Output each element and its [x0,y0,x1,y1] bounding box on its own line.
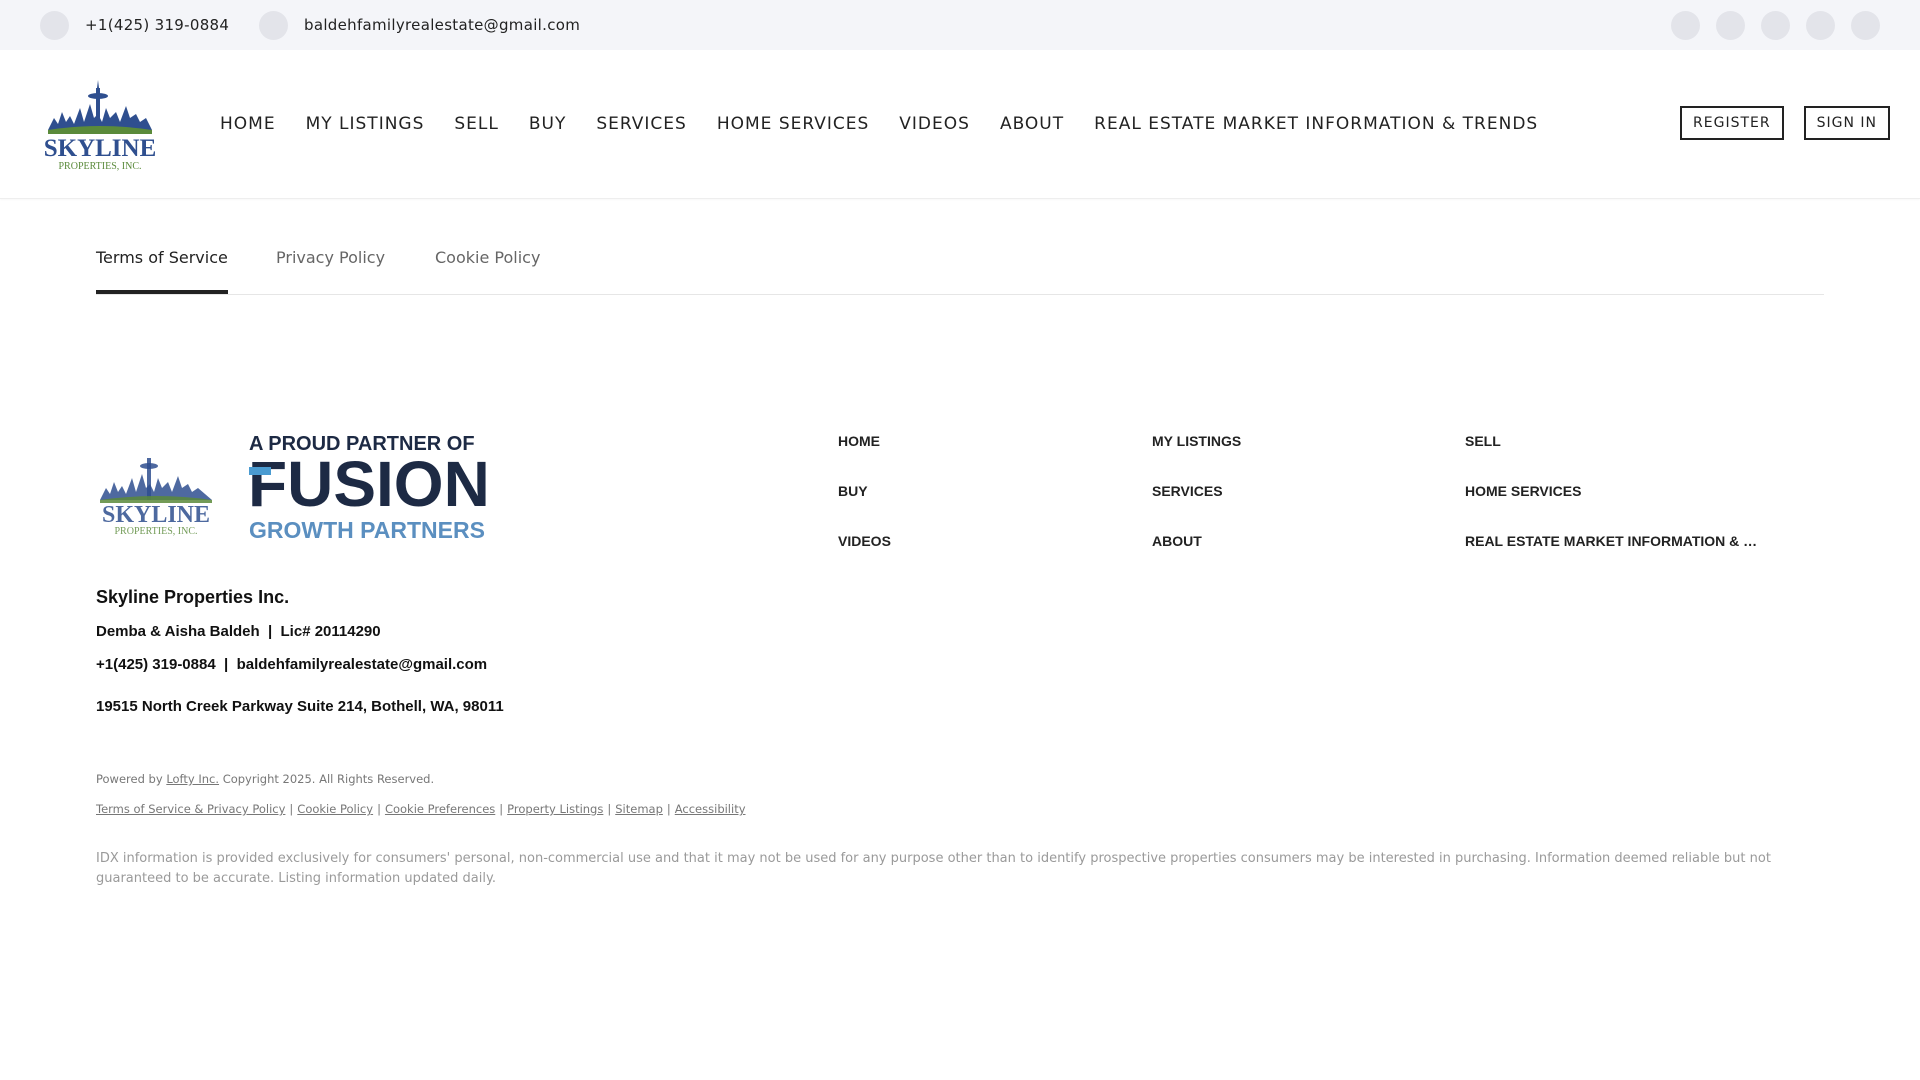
social-icon-3[interactable] [1761,11,1790,40]
site-header: SKYLINE PROPERTIES, INC. HOME MY LISTING… [0,50,1920,199]
company-contact: +1(425) 319-0884 | baldehfamilyrealestat… [96,656,487,673]
footer-logo-subtext: PROPERTIES, INC. [114,526,197,537]
copyright-text: Copyright 2025. All Rights Reserved. [222,772,435,786]
partner-line-2: FUSION [248,448,490,520]
powered-prefix: Powered by [96,772,163,786]
tab-privacy-policy[interactable]: Privacy Policy [276,248,385,294]
social-links [1671,11,1880,40]
footer-nav-my-listings[interactable]: MY LISTINGS [1152,433,1241,449]
cookie-policy-link[interactable]: Cookie Policy [297,802,373,816]
footer-nav-videos[interactable]: VIDEOS [838,533,891,549]
idx-disclaimer: IDX information is provided exclusively … [96,851,1771,886]
property-listings-link[interactable]: Property Listings [507,802,603,816]
footer-nav-market-info[interactable]: REAL ESTATE MARKET INFORMATION & … [1465,533,1757,549]
logo-wordmark: SKYLINE [44,135,157,162]
email-icon [259,10,288,40]
main-nav: HOME MY LISTINGS SELL BUY SERVICES HOME … [220,50,1538,198]
policy-tabs: Terms of Service Privacy Policy Cookie P… [96,248,1824,295]
topbar-phone-text[interactable]: +1(425) 319-0884 [85,16,229,34]
footer-divider: | [224,656,229,673]
social-icon-5[interactable] [1851,11,1880,40]
footer-nav-home-services[interactable]: HOME SERVICES [1465,483,1581,499]
accessibility-link[interactable]: Accessibility [675,802,746,816]
footer-nav-about[interactable]: ABOUT [1152,533,1202,549]
footer-nav-buy[interactable]: BUY [838,483,868,499]
skyline-logo[interactable]: SKYLINE PROPERTIES, INC. [40,78,160,173]
footer-logo-wordmark: SKYLINE [102,502,210,528]
logo-subtext: PROPERTIES, INC. [58,161,141,172]
topbar-email-text[interactable]: baldehfamilyrealestate@gmail.com [304,16,580,34]
terms-privacy-link[interactable]: Terms of Service & Privacy Policy [96,802,285,816]
footer-email[interactable]: baldehfamilyrealestate@gmail.com [237,656,488,673]
top-contact-bar: +1(425) 319-0884 baldehfamilyrealestate@… [0,0,1920,50]
phone-icon [40,10,69,40]
footer-nav-home[interactable]: HOME [838,433,880,449]
auth-buttons: REGISTER SIGN IN [1680,106,1890,140]
nav-services[interactable]: SERVICES [596,114,686,134]
topbar-email[interactable]: baldehfamilyrealestate@gmail.com [259,0,580,50]
cookie-preferences-link[interactable]: Cookie Preferences [385,802,495,816]
footer-logos: SKYLINE PROPERTIES, INC. A PROUD PARTNER… [100,433,490,542]
lofty-link[interactable]: Lofty Inc. [166,772,219,786]
topbar-phone[interactable]: +1(425) 319-0884 [40,0,229,50]
nav-sell[interactable]: SELL [454,114,498,134]
powered-by-line: Powered by Lofty Inc. Copyright 2025. Al… [96,772,434,786]
social-icon-2[interactable] [1716,11,1745,40]
footer-phone[interactable]: +1(425) 319-0884 [96,656,216,673]
tab-terms-of-service[interactable]: Terms of Service [96,248,228,294]
social-icon-4[interactable] [1806,11,1835,40]
nav-home[interactable]: HOME [220,114,276,134]
company-name: Skyline Properties Inc. [96,587,290,607]
register-button[interactable]: REGISTER [1680,106,1784,140]
social-icon-1[interactable] [1671,11,1700,40]
legal-links: Terms of Service & Privacy Policy | Cookie… [96,802,746,816]
tab-cookie-policy[interactable]: Cookie Policy [435,248,540,294]
footer-skyline-logo[interactable]: SKYLINE PROPERTIES, INC. [100,458,212,537]
footer-nav-services[interactable]: SERVICES [1152,483,1223,499]
sitemap-link[interactable]: Sitemap [615,802,663,816]
sign-in-button[interactable]: SIGN IN [1803,106,1890,140]
nav-my-listings[interactable]: MY LISTINGS [306,114,425,134]
company-address: 19515 North Creek Parkway Suite 214, Bot… [96,698,504,715]
company-agents: Demba & Aisha Baldeh | Lic# 20114290 [96,623,381,640]
footer-nav-sell[interactable]: SELL [1465,433,1501,449]
nav-videos[interactable]: VIDEOS [899,114,970,134]
fusion-partner-logo[interactable]: A PROUD PARTNER OF FUSION GROWTH PARTNER… [248,433,490,542]
nav-market-info[interactable]: REAL ESTATE MARKET INFORMATION & TRENDS [1094,114,1538,134]
partner-line-3: GROWTH PARTNERS [249,517,485,542]
nav-home-services[interactable]: HOME SERVICES [717,114,869,134]
nav-buy[interactable]: BUY [529,114,567,134]
nav-about[interactable]: ABOUT [1000,114,1064,134]
